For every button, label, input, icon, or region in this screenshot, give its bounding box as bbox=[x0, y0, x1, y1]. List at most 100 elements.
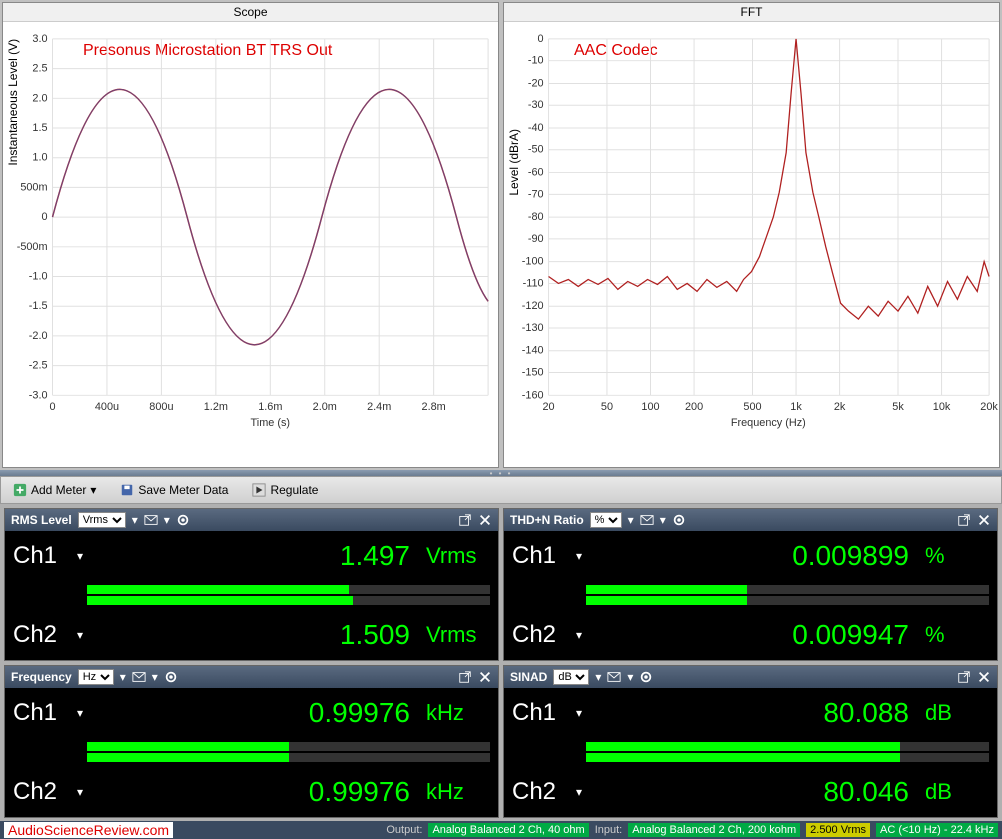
sinad-meter-panel: SINAD dB ▾ ▾ Ch1 ▾ 80.088 dB Ch2 ▾ bbox=[503, 665, 998, 818]
svg-text:-10: -10 bbox=[528, 55, 544, 67]
close-icon[interactable] bbox=[977, 670, 991, 684]
add-meter-button[interactable]: Add Meter ▾ bbox=[7, 481, 102, 499]
scope-plot: 3.0 2.5 2.0 1.5 1.0 500m 0 -500m -1.0 -1… bbox=[3, 22, 498, 434]
chevron-down-icon[interactable]: ▾ bbox=[660, 513, 666, 527]
output-value[interactable]: Analog Balanced 2 Ch, 40 ohm bbox=[428, 823, 588, 837]
chart-area: Scope Presonus Microstation BT TRS Out I… bbox=[0, 0, 1002, 470]
svg-text:-60: -60 bbox=[528, 167, 544, 179]
regulate-button[interactable]: Regulate bbox=[246, 481, 324, 499]
svg-text:2.5: 2.5 bbox=[32, 63, 47, 75]
sinad-ch2-value: 80.046 bbox=[594, 776, 909, 808]
svg-text:10k: 10k bbox=[933, 401, 951, 413]
sinad-title: SINAD bbox=[510, 670, 547, 684]
close-icon[interactable] bbox=[977, 513, 991, 527]
svg-text:-130: -130 bbox=[522, 322, 544, 334]
svg-text:1.5: 1.5 bbox=[32, 122, 47, 134]
popout-icon[interactable] bbox=[957, 513, 971, 527]
close-icon[interactable] bbox=[478, 670, 492, 684]
input-label: Input: bbox=[595, 824, 623, 836]
svg-text:-1.0: -1.0 bbox=[29, 270, 48, 282]
svg-text:-40: -40 bbox=[528, 122, 544, 134]
scope-chart-panel: Scope Presonus Microstation BT TRS Out I… bbox=[2, 2, 499, 468]
svg-text:0: 0 bbox=[49, 401, 55, 413]
chevron-down-icon[interactable]: ▾ bbox=[628, 513, 634, 527]
envelope-icon[interactable] bbox=[132, 670, 146, 684]
chevron-down-icon[interactable]: ▾ bbox=[576, 706, 586, 720]
svg-text:1k: 1k bbox=[790, 401, 802, 413]
gear-icon[interactable] bbox=[176, 513, 190, 527]
sinad-unit-select[interactable]: dB bbox=[553, 669, 589, 685]
popout-icon[interactable] bbox=[458, 513, 472, 527]
chevron-down-icon[interactable]: ▾ bbox=[164, 513, 170, 527]
fft-title: FFT bbox=[504, 3, 999, 22]
chevron-down-icon[interactable]: ▾ bbox=[576, 785, 586, 799]
scope-body: Presonus Microstation BT TRS Out Instant… bbox=[3, 22, 498, 434]
chevron-down-icon[interactable]: ▾ bbox=[576, 628, 586, 642]
svg-text:2.4m: 2.4m bbox=[367, 401, 391, 413]
add-meter-label: Add Meter bbox=[31, 483, 86, 497]
svg-text:1.2m: 1.2m bbox=[204, 401, 228, 413]
chevron-down-icon[interactable]: ▾ bbox=[120, 670, 126, 684]
freq-ch2-unit: kHz bbox=[418, 779, 490, 805]
envelope-icon[interactable] bbox=[607, 670, 621, 684]
freq-title: Frequency bbox=[11, 670, 72, 684]
meter-toolbar: Add Meter ▾ Save Meter Data Regulate bbox=[0, 476, 1002, 504]
gear-icon[interactable] bbox=[672, 513, 686, 527]
chevron-down-icon[interactable]: ▾ bbox=[152, 670, 158, 684]
chevron-down-icon[interactable]: ▾ bbox=[132, 513, 138, 527]
meters-grid: RMS Level Vrms ▾ ▾ Ch1 ▾ 1.497 Vrms Ch2 bbox=[0, 504, 1002, 822]
save-meter-data-button[interactable]: Save Meter Data bbox=[114, 481, 234, 499]
scope-title: Scope bbox=[3, 3, 498, 22]
chevron-down-icon[interactable]: ▾ bbox=[77, 706, 87, 720]
rms-ch2-label: Ch2 bbox=[13, 621, 69, 649]
svg-text:-30: -30 bbox=[528, 99, 544, 111]
svg-text:3.0: 3.0 bbox=[32, 33, 47, 45]
close-icon[interactable] bbox=[478, 513, 492, 527]
voltage-value[interactable]: 2.500 Vrms bbox=[806, 823, 870, 837]
thdn-unit-select[interactable]: % bbox=[590, 512, 622, 528]
envelope-icon[interactable] bbox=[640, 513, 654, 527]
popout-icon[interactable] bbox=[458, 670, 472, 684]
fft-body: AAC Codec Level (dBrA) bbox=[504, 22, 999, 434]
popout-icon[interactable] bbox=[957, 670, 971, 684]
freq-meter-panel: Frequency Hz ▾ ▾ Ch1 ▾ 0.99976 kHz Ch2 bbox=[4, 665, 499, 818]
chevron-down-icon[interactable]: ▾ bbox=[77, 785, 87, 799]
gear-icon[interactable] bbox=[639, 670, 653, 684]
rms-title: RMS Level bbox=[11, 513, 72, 527]
svg-text:2k: 2k bbox=[834, 401, 846, 413]
svg-text:-160: -160 bbox=[522, 389, 544, 401]
rms-unit-select[interactable]: Vrms bbox=[78, 512, 126, 528]
fft-xlabel: Frequency (Hz) bbox=[731, 417, 806, 429]
gear-icon[interactable] bbox=[164, 670, 178, 684]
chevron-down-icon[interactable]: ▾ bbox=[77, 549, 87, 563]
rms-meter-panel: RMS Level Vrms ▾ ▾ Ch1 ▾ 1.497 Vrms Ch2 bbox=[4, 508, 499, 661]
svg-text:2.8m: 2.8m bbox=[422, 401, 446, 413]
svg-text:100: 100 bbox=[641, 401, 659, 413]
envelope-icon[interactable] bbox=[144, 513, 158, 527]
sinad-bars bbox=[512, 742, 989, 762]
chevron-down-icon[interactable]: ▾ bbox=[595, 670, 601, 684]
sinad-ch2-label: Ch2 bbox=[512, 778, 568, 806]
plus-icon bbox=[13, 483, 27, 497]
svg-text:-70: -70 bbox=[528, 188, 544, 200]
svg-text:-140: -140 bbox=[522, 345, 544, 357]
rms-bars bbox=[13, 585, 490, 605]
svg-text:400u: 400u bbox=[95, 401, 119, 413]
rms-ch2-unit: Vrms bbox=[418, 622, 490, 648]
thdn-ch2-value: 0.009947 bbox=[594, 619, 909, 651]
input-value[interactable]: Analog Balanced 2 Ch, 200 kohm bbox=[628, 823, 800, 837]
svg-text:-90: -90 bbox=[528, 233, 544, 245]
freq-unit-select[interactable]: Hz bbox=[78, 669, 114, 685]
chevron-down-icon[interactable]: ▾ bbox=[77, 628, 87, 642]
fft-plot: 0 -10 -20 -30 -40 -50 -60 -70 -80 -90 -1… bbox=[504, 22, 999, 434]
chevron-down-icon[interactable]: ▾ bbox=[627, 670, 633, 684]
sinad-ch1-label: Ch1 bbox=[512, 699, 568, 727]
svg-text:500m: 500m bbox=[20, 181, 47, 193]
scope-xlabel: Time (s) bbox=[251, 417, 290, 429]
sinad-ch2-unit: dB bbox=[917, 779, 989, 805]
chevron-down-icon[interactable]: ▾ bbox=[576, 549, 586, 563]
thdn-ch2-unit: % bbox=[917, 622, 989, 648]
output-label: Output: bbox=[386, 824, 422, 836]
coupling-value[interactable]: AC (<10 Hz) - 22.4 kHz bbox=[876, 823, 998, 837]
sinad-header: SINAD dB ▾ ▾ bbox=[504, 666, 997, 688]
